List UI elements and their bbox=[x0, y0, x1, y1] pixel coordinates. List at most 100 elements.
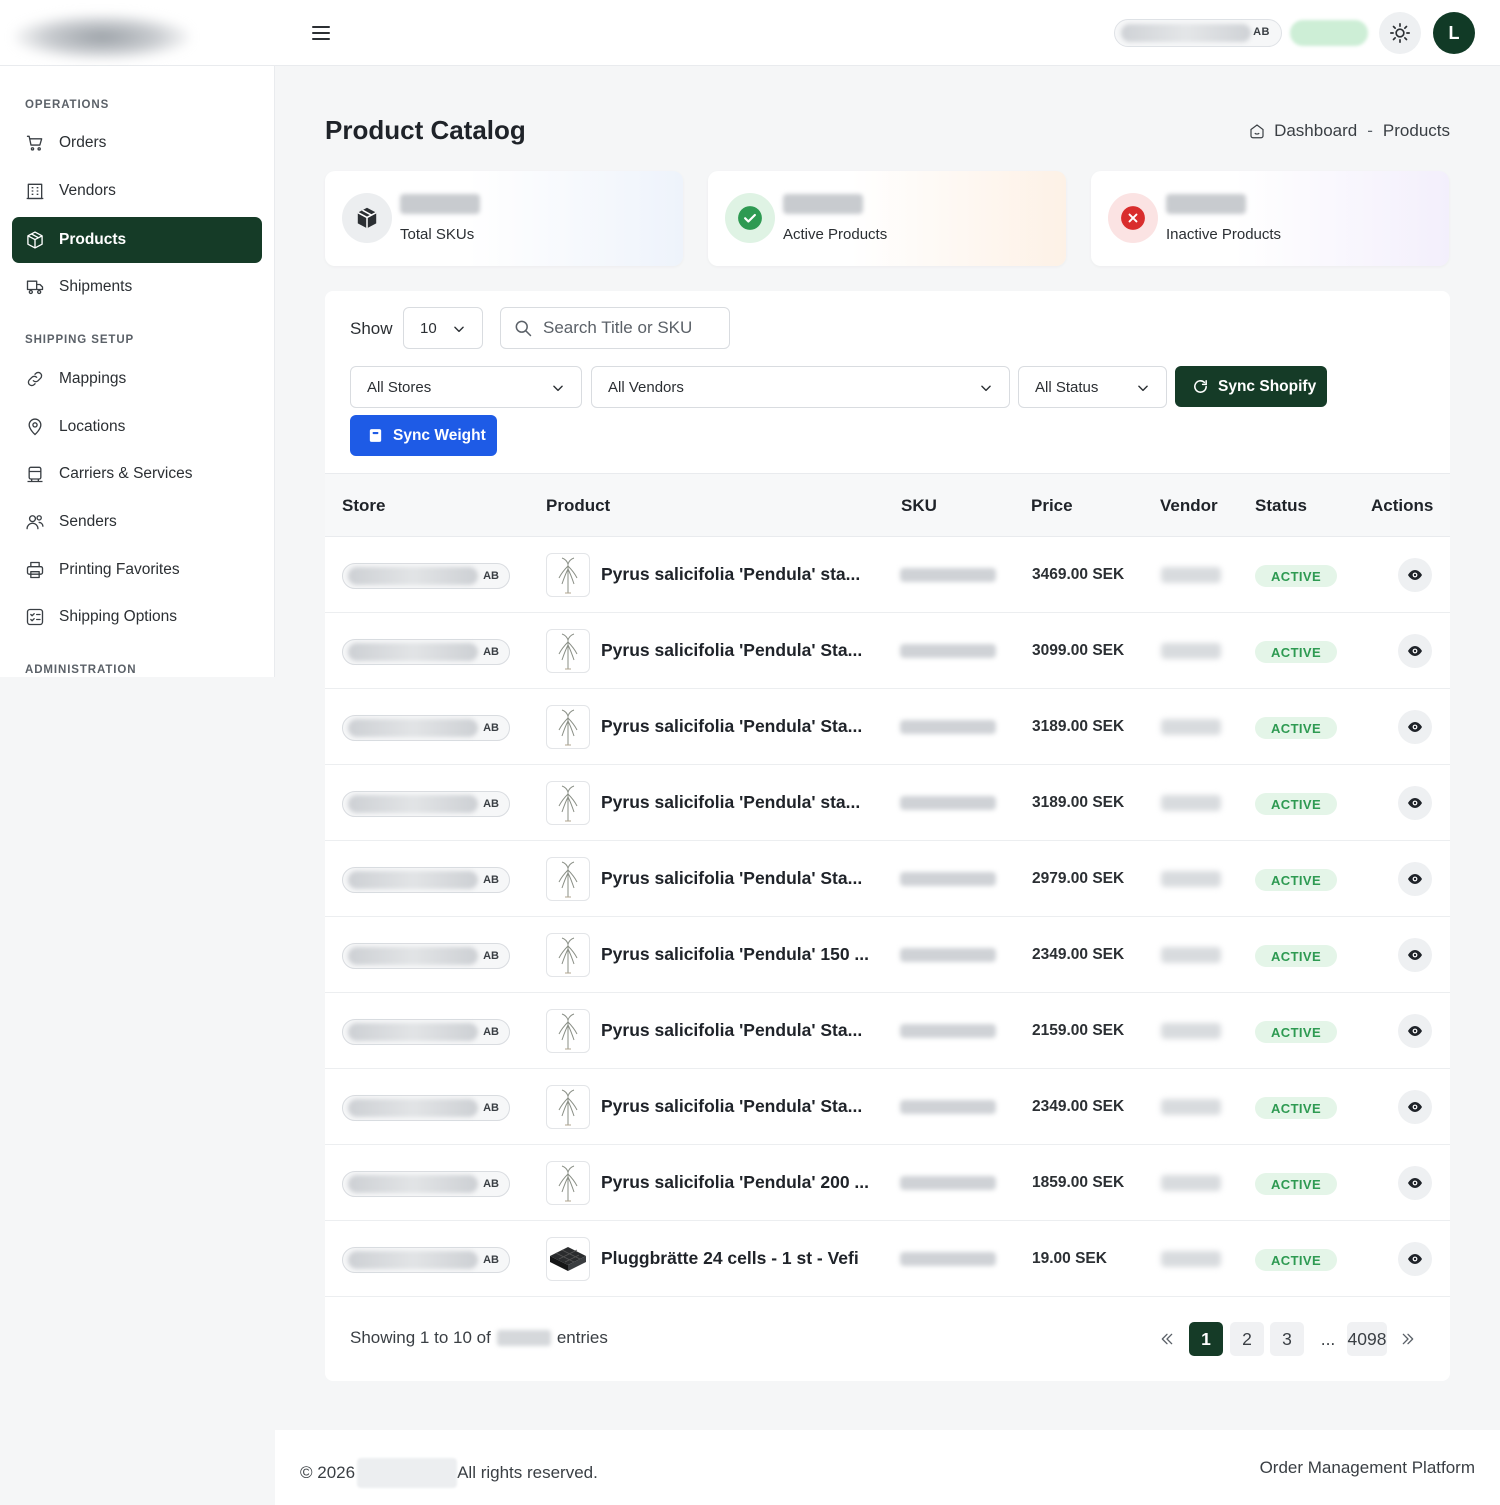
column-header-product[interactable]: Product bbox=[546, 496, 610, 516]
refresh-icon bbox=[1194, 380, 1207, 393]
user-avatar[interactable]: L bbox=[1433, 12, 1475, 54]
view-button[interactable] bbox=[1398, 558, 1432, 592]
printer-icon bbox=[26, 561, 44, 579]
scale-icon bbox=[369, 429, 382, 442]
product-thumbnail[interactable] bbox=[546, 1009, 590, 1053]
status-badge: ACTIVE bbox=[1255, 793, 1338, 815]
product-price: 2979.00 SEK bbox=[1032, 870, 1125, 887]
sidebar-item-printing-favorites[interactable]: Printing Favorites bbox=[12, 547, 262, 593]
status-badge: ACTIVE bbox=[1255, 869, 1338, 891]
column-header-price[interactable]: Price bbox=[1031, 496, 1073, 516]
product-name[interactable]: Pyrus salicifolia 'Pendula' Sta... bbox=[601, 1020, 862, 1041]
product-thumbnail[interactable] bbox=[546, 1161, 590, 1205]
store-badge: AB bbox=[483, 646, 499, 658]
sidebar-item-label: Senders bbox=[59, 513, 117, 530]
view-button[interactable] bbox=[1398, 1166, 1432, 1200]
product-name[interactable]: Pyrus salicifolia 'Pendula' sta... bbox=[601, 564, 860, 585]
status-badge: ACTIVE bbox=[1255, 1249, 1338, 1271]
next-page-button[interactable] bbox=[1393, 1322, 1423, 1356]
page-button-2[interactable]: 2 bbox=[1230, 1322, 1264, 1356]
page-button-last[interactable]: 4098 bbox=[1347, 1322, 1387, 1356]
sku-redacted bbox=[900, 644, 996, 658]
sync-weight-button[interactable]: Sync Weight bbox=[350, 415, 497, 456]
product-name[interactable]: Pyrus salicifolia 'Pendula' Sta... bbox=[601, 640, 862, 661]
search-input[interactable] bbox=[543, 318, 723, 338]
eye-icon bbox=[1408, 646, 1422, 656]
column-header-store[interactable]: Store bbox=[342, 496, 385, 516]
product-thumbnail[interactable] bbox=[546, 933, 590, 977]
product-name[interactable]: Pluggbrätte 24 cells - 1 st - Vefi bbox=[601, 1248, 859, 1269]
sidebar-item-senders[interactable]: Senders bbox=[12, 499, 262, 545]
sidebar-item-mappings[interactable]: Mappings bbox=[12, 356, 262, 402]
previous-page-button[interactable] bbox=[1152, 1322, 1182, 1356]
product-thumbnail[interactable] bbox=[546, 1085, 590, 1129]
sku-redacted bbox=[900, 796, 996, 810]
product-thumbnail[interactable] bbox=[546, 1237, 590, 1281]
page-button-1[interactable]: 1 bbox=[1189, 1322, 1223, 1356]
view-button[interactable] bbox=[1398, 1014, 1432, 1048]
brand-logo[interactable] bbox=[14, 14, 190, 60]
theme-toggle-button[interactable] bbox=[1379, 12, 1421, 54]
product-name[interactable]: Pyrus salicifolia 'Pendula' Sta... bbox=[601, 716, 862, 737]
product-name[interactable]: Pyrus salicifolia 'Pendula' 200 ... bbox=[601, 1172, 869, 1193]
page-title: Product Catalog bbox=[325, 115, 526, 145]
top-bar: AB L bbox=[0, 0, 1500, 66]
sidebar-item-shipments[interactable]: Shipments bbox=[12, 264, 262, 310]
product-name[interactable]: Pyrus salicifolia 'Pendula' Sta... bbox=[601, 868, 862, 889]
sync-shopify-button[interactable]: Sync Shopify bbox=[1175, 366, 1327, 407]
store-filter-select[interactable]: All Stores bbox=[350, 366, 582, 408]
store-chip: AB bbox=[342, 563, 510, 589]
view-button[interactable] bbox=[1398, 710, 1432, 744]
page-button-3[interactable]: 3 bbox=[1270, 1322, 1304, 1356]
product-thumbnail[interactable] bbox=[546, 629, 590, 673]
product-name[interactable]: Pyrus salicifolia 'Pendula' sta... bbox=[601, 792, 860, 813]
view-button[interactable] bbox=[1398, 862, 1432, 896]
vendor-redacted bbox=[1161, 871, 1221, 887]
column-header-vendor[interactable]: Vendor bbox=[1160, 496, 1218, 516]
box-icon bbox=[27, 231, 43, 249]
sku-redacted bbox=[900, 1100, 996, 1114]
table-row: AB Pyrus salicifolia 'Pendula' sta... 3189… bbox=[325, 765, 1450, 841]
show-label: Show bbox=[350, 319, 393, 338]
column-header-sku[interactable]: SKU bbox=[901, 496, 937, 516]
section-label-shipping-setup: SHIPPING SETUP bbox=[25, 334, 135, 346]
store-chip: AB bbox=[342, 867, 510, 893]
sidebar-item-locations[interactable]: Locations bbox=[12, 404, 262, 450]
store-selector[interactable]: AB bbox=[1114, 19, 1282, 47]
product-price: 1859.00 SEK bbox=[1032, 1174, 1125, 1191]
page-size-select[interactable]: 10 bbox=[403, 307, 483, 349]
search-box[interactable] bbox=[500, 307, 730, 349]
product-thumbnail[interactable] bbox=[546, 553, 590, 597]
sku-redacted bbox=[900, 1024, 996, 1038]
view-button[interactable] bbox=[1398, 938, 1432, 972]
menu-toggle-icon[interactable] bbox=[308, 20, 334, 46]
product-name[interactable]: Pyrus salicifolia 'Pendula' 150 ... bbox=[601, 944, 869, 965]
product-thumbnail[interactable] bbox=[546, 781, 590, 825]
sidebar-item-orders[interactable]: Orders bbox=[12, 120, 262, 166]
store-badge: AB bbox=[483, 1026, 499, 1038]
sidebar-item-shipping-options[interactable]: Shipping Options bbox=[12, 594, 262, 640]
view-button[interactable] bbox=[1398, 1242, 1432, 1276]
breadcrumb-separator: - bbox=[1367, 121, 1373, 140]
company-name-redacted bbox=[357, 1458, 458, 1488]
status-pill bbox=[1290, 20, 1368, 46]
vendor-filter-select[interactable]: All Vendors bbox=[591, 366, 1010, 408]
product-name[interactable]: Pyrus salicifolia 'Pendula' Sta... bbox=[601, 1096, 862, 1117]
view-button[interactable] bbox=[1398, 634, 1432, 668]
sidebar-item-label: Products bbox=[59, 231, 127, 248]
product-thumbnail[interactable] bbox=[546, 705, 590, 749]
sidebar-item-label: Mappings bbox=[59, 370, 127, 387]
sku-redacted bbox=[900, 1252, 996, 1266]
sidebar-item-carriers-services[interactable]: Carriers & Services bbox=[12, 451, 262, 497]
view-button[interactable] bbox=[1398, 786, 1432, 820]
sidebar-item-vendors[interactable]: Vendors bbox=[12, 168, 262, 214]
column-header-status[interactable]: Status bbox=[1255, 496, 1307, 516]
eye-icon bbox=[1408, 950, 1422, 960]
vendor-redacted bbox=[1161, 947, 1221, 963]
sidebar-item-products[interactable]: Products bbox=[12, 217, 262, 263]
product-thumbnail[interactable] bbox=[546, 857, 590, 901]
chevron-down-icon bbox=[553, 385, 563, 392]
view-button[interactable] bbox=[1398, 1090, 1432, 1124]
status-filter-select[interactable]: All Status bbox=[1018, 366, 1167, 408]
breadcrumb-dashboard-link[interactable]: Dashboard bbox=[1274, 121, 1357, 141]
